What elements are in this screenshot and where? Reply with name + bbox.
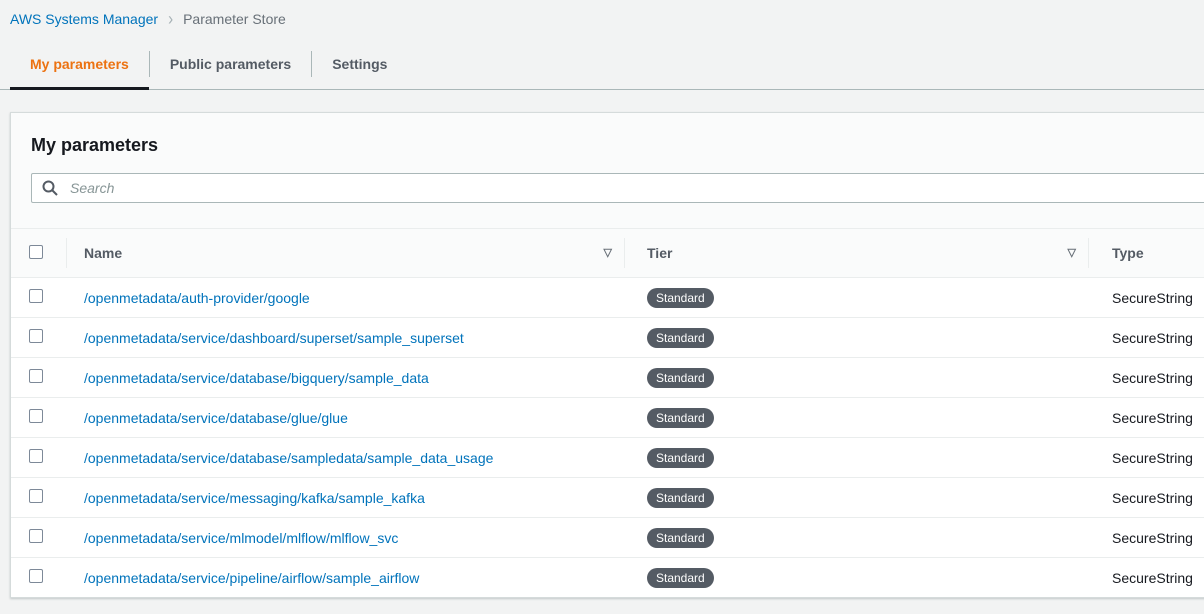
column-header-type-label: Type (1112, 245, 1144, 261)
parameter-type-value: SecureString (1112, 530, 1193, 546)
breadcrumb: AWS Systems Manager › Parameter Store (0, 0, 1204, 38)
parameter-name-link[interactable]: /openmetadata/service/messaging/kafka/sa… (84, 490, 425, 506)
row-select-cell (11, 449, 66, 466)
column-header-type: Type (1088, 238, 1204, 268)
row-select-cell (11, 329, 66, 346)
parameter-tier-cell: Standard (624, 488, 1088, 508)
column-header-tier-label: Tier (647, 245, 672, 261)
column-header-name[interactable]: Name ▽ (66, 238, 624, 268)
parameter-name-link[interactable]: /openmetadata/service/database/bigquery/… (84, 370, 429, 386)
tier-badge: Standard (647, 408, 714, 428)
table-row: /openmetadata/service/dashboard/superset… (11, 317, 1204, 357)
parameter-name-cell: /openmetadata/service/database/glue/glue (66, 410, 624, 426)
table-header-row: Name ▽ Tier ▽ Type (11, 228, 1204, 277)
tier-badge: Standard (647, 528, 714, 548)
tier-badge: Standard (647, 368, 714, 388)
table-row: /openmetadata/service/pipeline/airflow/s… (11, 557, 1204, 597)
row-checkbox[interactable] (29, 329, 43, 343)
table-row: /openmetadata/service/database/bigquery/… (11, 357, 1204, 397)
parameter-name-link[interactable]: /openmetadata/service/mlmodel/mlflow/mlf… (84, 530, 398, 546)
parameter-type-value: SecureString (1112, 410, 1193, 426)
parameter-name-link[interactable]: /openmetadata/service/dashboard/superset… (84, 330, 464, 346)
parameter-name-link[interactable]: /openmetadata/auth-provider/google (84, 290, 310, 306)
panel-title: My parameters (31, 135, 1204, 156)
parameter-name-cell: /openmetadata/service/messaging/kafka/sa… (66, 490, 624, 506)
tab-public-parameters[interactable]: Public parameters (150, 38, 311, 89)
table-row: /openmetadata/service/messaging/kafka/sa… (11, 477, 1204, 517)
parameter-type-cell: SecureString (1088, 410, 1204, 426)
parameter-type-cell: SecureString (1088, 530, 1204, 546)
my-parameters-panel: My parameters Name ▽ Tier ▽ Type /openme… (10, 112, 1204, 598)
row-select-cell (11, 409, 66, 426)
search-box[interactable] (31, 173, 1204, 203)
parameter-name-link[interactable]: /openmetadata/service/pipeline/airflow/s… (84, 570, 419, 586)
parameter-name-cell: /openmetadata/service/database/bigquery/… (66, 370, 624, 386)
table-row: /openmetadata/auth-provider/google Standa… (11, 277, 1204, 317)
row-checkbox[interactable] (29, 409, 43, 423)
column-header-tier[interactable]: Tier ▽ (624, 238, 1088, 268)
panel-header: My parameters (11, 113, 1204, 228)
breadcrumb-link-systems-manager[interactable]: AWS Systems Manager (10, 11, 158, 27)
table-body: /openmetadata/auth-provider/google Standa… (11, 277, 1204, 597)
parameter-name-cell: /openmetadata/service/database/sampledat… (66, 450, 624, 466)
parameter-tier-cell: Standard (624, 408, 1088, 428)
row-checkbox[interactable] (29, 529, 43, 543)
row-checkbox[interactable] (29, 289, 43, 303)
table-row: /openmetadata/service/database/sampledat… (11, 437, 1204, 477)
parameter-name-link[interactable]: /openmetadata/service/database/sampledat… (84, 450, 493, 466)
chevron-right-icon: › (168, 8, 173, 29)
column-header-name-label: Name (84, 245, 122, 261)
search-input[interactable] (68, 179, 1204, 197)
select-all-checkbox[interactable] (29, 245, 43, 259)
parameter-type-cell: SecureString (1088, 370, 1204, 386)
parameter-name-cell: /openmetadata/service/dashboard/superset… (66, 330, 624, 346)
parameter-type-value: SecureString (1112, 330, 1193, 346)
parameter-name-cell: /openmetadata/service/pipeline/airflow/s… (66, 570, 624, 586)
parameter-tier-cell: Standard (624, 448, 1088, 468)
header-select-all-cell (11, 245, 66, 262)
row-select-cell (11, 489, 66, 506)
parameter-type-cell: SecureString (1088, 570, 1204, 586)
filter-caret-icon[interactable]: ▽ (604, 248, 612, 259)
parameter-type-cell: SecureString (1088, 290, 1204, 306)
row-select-cell (11, 569, 66, 586)
parameter-tier-cell: Standard (624, 568, 1088, 588)
filter-caret-icon[interactable]: ▽ (1068, 248, 1076, 259)
row-checkbox[interactable] (29, 369, 43, 383)
table-row: /openmetadata/service/mlmodel/mlflow/mlf… (11, 517, 1204, 557)
parameter-type-cell: SecureString (1088, 330, 1204, 346)
parameter-name-link[interactable]: /openmetadata/service/database/glue/glue (84, 410, 348, 426)
parameter-name-cell: /openmetadata/service/mlmodel/mlflow/mlf… (66, 530, 624, 546)
table-row: /openmetadata/service/database/glue/glue… (11, 397, 1204, 437)
tier-badge: Standard (647, 288, 714, 308)
row-select-cell (11, 369, 66, 386)
row-checkbox[interactable] (29, 569, 43, 583)
row-checkbox[interactable] (29, 449, 43, 463)
parameter-tier-cell: Standard (624, 528, 1088, 548)
tier-badge: Standard (647, 328, 714, 348)
row-select-cell (11, 289, 66, 306)
parameter-tier-cell: Standard (624, 368, 1088, 388)
parameter-type-value: SecureString (1112, 570, 1193, 586)
tab-my-parameters[interactable]: My parameters (10, 38, 149, 89)
tier-badge: Standard (647, 448, 714, 468)
breadcrumb-current-page: Parameter Store (183, 11, 286, 27)
parameter-type-cell: SecureString (1088, 450, 1204, 466)
parameter-type-value: SecureString (1112, 370, 1193, 386)
parameter-tier-cell: Standard (624, 328, 1088, 348)
tab-bar: My parameters Public parameters Settings (0, 38, 1204, 90)
magnifier-icon (42, 180, 58, 196)
tier-badge: Standard (647, 488, 714, 508)
row-select-cell (11, 529, 66, 546)
parameter-type-value: SecureString (1112, 490, 1193, 506)
parameter-type-value: SecureString (1112, 290, 1193, 306)
row-checkbox[interactable] (29, 489, 43, 503)
parameter-name-cell: /openmetadata/auth-provider/google (66, 290, 624, 306)
tier-badge: Standard (647, 568, 714, 588)
parameter-type-value: SecureString (1112, 450, 1193, 466)
parameter-tier-cell: Standard (624, 288, 1088, 308)
tab-settings[interactable]: Settings (312, 38, 407, 89)
parameter-type-cell: SecureString (1088, 490, 1204, 506)
